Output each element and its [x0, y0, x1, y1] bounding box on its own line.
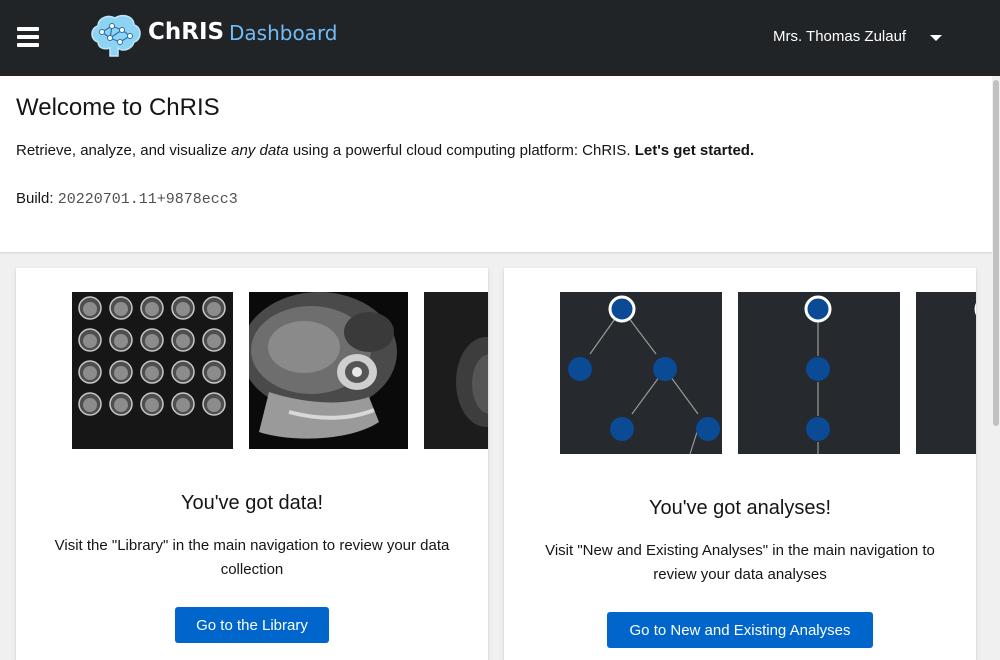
mri-slice-core — [114, 366, 128, 380]
top-navbar: ChRIS Dashboard Mrs. Thomas Zulauf — [0, 0, 1000, 76]
welcome-intro: Retrieve, analyze, and visualize any dat… — [16, 142, 754, 159]
intro-text-suffix: using a powerful cloud computing platfor… — [288, 142, 635, 159]
welcome-section: Welcome to ChRIS Retrieve, analyze, and … — [0, 76, 992, 252]
mri-slice-core — [83, 302, 97, 316]
analysis-partial-graph-image — [916, 292, 976, 454]
mri-slice-core — [207, 302, 221, 316]
mri-slice-core — [145, 302, 159, 316]
analysis-tree-graph-image — [560, 292, 722, 454]
sagittal-mri-image — [249, 292, 408, 449]
mri-slice-core — [176, 366, 190, 380]
partial-scan-image — [424, 292, 488, 449]
mri-slice-core — [176, 398, 190, 412]
brand-suffix[interactable]: Dashboard — [229, 21, 338, 45]
mri-slice-grid-image — [72, 292, 233, 449]
mri-slice-core — [83, 334, 97, 348]
mri-slice-core — [114, 398, 128, 412]
mri-slice-core — [207, 334, 221, 348]
build-label: Build: — [16, 190, 58, 207]
analyses-card-title: You've got analyses! — [648, 497, 832, 519]
page-title: Welcome to ChRIS — [16, 94, 220, 121]
build-info: Build: 20220701.11+9878ecc3 — [16, 190, 238, 208]
hamburger-menu-icon[interactable] — [17, 27, 39, 47]
mri-slice-core — [145, 334, 159, 348]
intro-text-prefix: Retrieve, analyze, and visualize — [16, 142, 232, 159]
brand-name[interactable]: ChRIS — [148, 19, 224, 45]
intro-strong: Let's get started. — [634, 142, 755, 159]
build-value: 20220701.11+9878ecc3 — [57, 191, 238, 208]
caret-down-icon[interactable] — [930, 35, 942, 41]
analyses-card: You've got analyses! Visit "New and Exis… — [504, 268, 976, 660]
page-scrollbar-thumb[interactable] — [993, 80, 999, 426]
mri-slice-core — [83, 398, 97, 412]
mri-slice-core — [83, 366, 97, 380]
go-to-library-button[interactable]: Go to the Library — [175, 607, 329, 643]
analyses-card-description: Visit "New and Existing Analyses" in the… — [545, 542, 935, 583]
go-to-analyses-button[interactable]: Go to New and Existing Analyses — [607, 612, 873, 648]
user-menu-name[interactable]: Mrs. Thomas Zulauf — [773, 28, 906, 45]
mri-slice-core — [145, 398, 159, 412]
mri-slice-core — [207, 398, 221, 412]
mri-slice-core — [176, 334, 190, 348]
mri-slice-core — [207, 366, 221, 380]
data-card-description: Visit the "Library" in the main navigati… — [54, 537, 450, 578]
mri-slice-core — [145, 366, 159, 380]
intro-emphasis: any data — [231, 142, 289, 159]
chris-brain-logo-icon — [88, 12, 142, 58]
data-card: You've got data! Visit the "Library" in … — [16, 268, 488, 660]
analysis-linear-graph-image — [738, 292, 900, 454]
data-card-title: You've got data! — [180, 492, 324, 514]
mri-slice-core — [114, 334, 128, 348]
mri-slice-core — [114, 302, 128, 316]
mri-slice-core — [176, 302, 190, 316]
